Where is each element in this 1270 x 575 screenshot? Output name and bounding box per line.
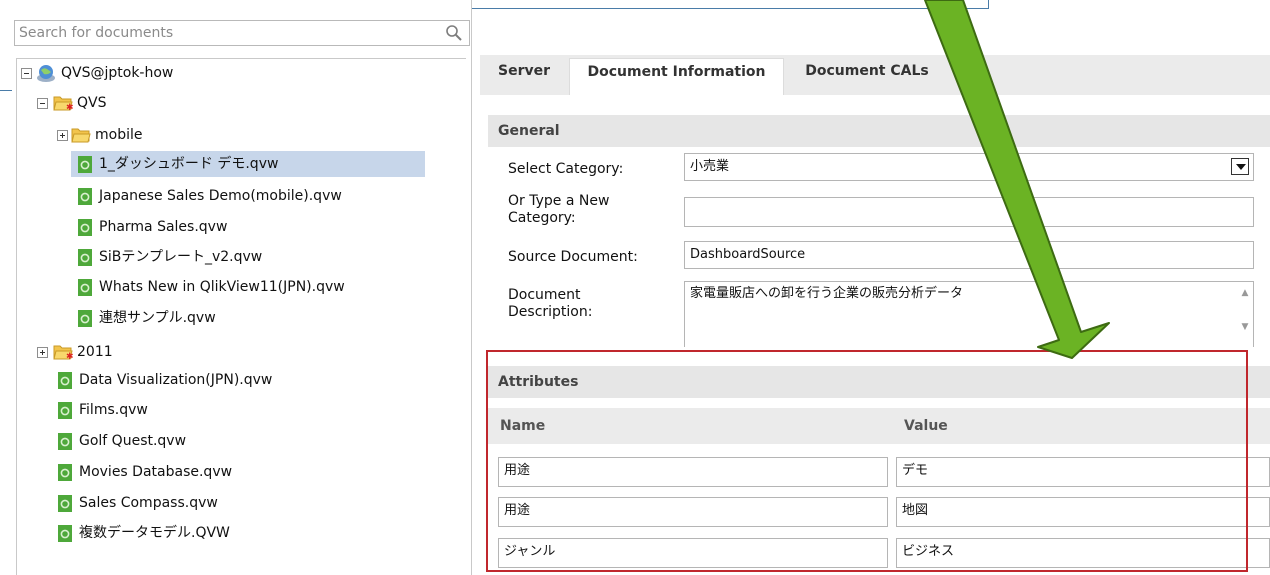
tree-item-label: Pharma Sales.qvw (99, 219, 228, 235)
tree-item-label: Sales Compass.qvw (79, 495, 218, 511)
tree-item-document[interactable]: 連想サンプル.qvw (71, 305, 425, 331)
folder-open-icon: ✱ (53, 96, 73, 111)
collapse-icon[interactable] (37, 98, 48, 109)
tree-item-document[interactable]: 1_ダッシュボード デモ.qvw (71, 151, 425, 177)
qlikview-document-icon (58, 402, 72, 419)
tree-item-label: 2011 (77, 344, 113, 360)
source-document-label: Source Document: (508, 249, 638, 265)
document-tree-panel: QVS@jptok-how ✱ QVS mobile 1_ダッシュボード デモ.… (12, 0, 472, 575)
qlikview-document-icon (78, 310, 92, 327)
server-globe-icon (37, 65, 55, 82)
qlikview-document-icon (58, 495, 72, 512)
document-tree: QVS@jptok-how ✱ QVS mobile 1_ダッシュボード デモ.… (16, 58, 466, 575)
collapse-icon[interactable] (21, 68, 32, 79)
tree-item-label: Whats New in QlikView11(JPN).qvw (99, 279, 345, 295)
tree-item-document[interactable]: Sales Compass.qvw (51, 490, 425, 516)
document-description-label: Document Description: (508, 287, 593, 320)
tree-item-document[interactable]: Films.qvw (51, 397, 425, 423)
new-category-label: Or Type a New Category: (508, 193, 610, 226)
tree-item-label: Golf Quest.qvw (79, 433, 187, 449)
attribute-value-input[interactable]: 地図 (896, 497, 1270, 527)
tree-item-label: QVS@jptok-how (61, 65, 174, 81)
qlikview-document-icon (58, 372, 72, 389)
attribute-name-input[interactable]: ジャンル (498, 538, 888, 568)
scroll-up-icon[interactable]: ▲ (1240, 288, 1250, 298)
search-icon[interactable] (445, 24, 463, 42)
tree-item-document[interactable]: 複数データモデル.QVW (51, 520, 425, 546)
attributes-name-header: Name (488, 408, 892, 444)
qlikview-document-icon (78, 156, 92, 173)
tab-server[interactable]: Server (484, 58, 564, 95)
tree-item-document[interactable]: Pharma Sales.qvw (71, 214, 425, 240)
qlikview-document-icon (58, 525, 72, 542)
category-select-value: 小売業 (690, 159, 730, 174)
tree-item-document[interactable]: Japanese Sales Demo(mobile).qvw (71, 183, 425, 209)
scroll-down-icon[interactable]: ▼ (1240, 322, 1250, 332)
tree-item-label: Films.qvw (79, 402, 148, 418)
tree-item-label: Movies Database.qvw (79, 464, 233, 480)
tree-item-document[interactable]: Movies Database.qvw (51, 459, 425, 485)
attribute-value-input[interactable]: ビジネス (896, 538, 1270, 568)
qlikview-document-icon (58, 464, 72, 481)
document-information-panel: General Select Category: 小売業 Or Type a N… (480, 95, 1270, 575)
expand-icon[interactable] (57, 130, 68, 141)
attribute-name-input[interactable]: 用途 (498, 457, 888, 487)
tree-item-folder-mobile[interactable]: mobile (17, 122, 457, 148)
qlikview-document-icon (78, 249, 92, 266)
tree-item-label: 連想サンプル.qvw (99, 310, 216, 326)
folder-open-icon: ✱ (53, 345, 73, 360)
general-section-header: General (488, 115, 1270, 147)
tree-item-folder-2011[interactable]: ✱ 2011 (17, 339, 457, 365)
tree-item-label: mobile (95, 127, 143, 143)
qlikview-document-icon (78, 188, 92, 205)
select-category-label: Select Category: (508, 161, 624, 177)
tree-item-server[interactable]: QVS@jptok-how (17, 60, 457, 86)
document-description-textarea[interactable]: 家電量販店への卸を行う企業の販売分析データ ▲ ▼ (684, 281, 1254, 347)
expand-icon[interactable] (37, 347, 48, 358)
tree-item-folder-qvs[interactable]: ✱ QVS (17, 90, 457, 116)
tree-item-label: Data Visualization(JPN).qvw (79, 372, 273, 388)
new-category-input[interactable] (684, 197, 1254, 227)
tree-item-label: 1_ダッシュボード デモ.qvw (99, 156, 279, 172)
qlikview-document-icon (58, 433, 72, 450)
qlikview-document-icon (78, 279, 92, 296)
tab-document-information[interactable]: Document Information (569, 58, 784, 95)
folder-open-icon (71, 128, 91, 143)
decorative-line (988, 0, 989, 9)
tree-item-document[interactable]: Golf Quest.qvw (51, 428, 425, 454)
svg-text:✱: ✱ (66, 103, 73, 111)
attributes-section-header: Attributes (488, 366, 1270, 398)
decorative-line (472, 8, 988, 9)
tree-item-document[interactable]: Data Visualization(JPN).qvw (51, 367, 425, 393)
tab-document-cals[interactable]: Document CALs (792, 58, 942, 95)
search-input[interactable] (15, 21, 435, 45)
category-select[interactable]: 小売業 (684, 153, 1254, 181)
attribute-value-input[interactable]: デモ (896, 457, 1270, 487)
tree-item-document[interactable]: SiBテンプレート_v2.qvw (71, 244, 425, 270)
dropdown-arrow-icon[interactable] (1231, 158, 1249, 175)
search-box (14, 20, 470, 46)
source-document-input[interactable]: DashboardSource (684, 241, 1254, 269)
attributes-value-header: Value (892, 408, 1270, 444)
tree-item-document[interactable]: Whats New in QlikView11(JPN).qvw (71, 274, 425, 300)
qlikview-document-icon (78, 219, 92, 236)
tree-item-label: SiBテンプレート_v2.qvw (99, 249, 263, 265)
tree-item-label: Japanese Sales Demo(mobile).qvw (99, 188, 342, 204)
document-description-text: 家電量販店への卸を行う企業の販売分析データ (690, 286, 964, 301)
tree-item-label: 複数データモデル.QVW (79, 525, 230, 541)
tree-item-label: QVS (77, 95, 107, 111)
attribute-name-input[interactable]: 用途 (498, 497, 888, 527)
svg-text:✱: ✱ (66, 352, 73, 360)
